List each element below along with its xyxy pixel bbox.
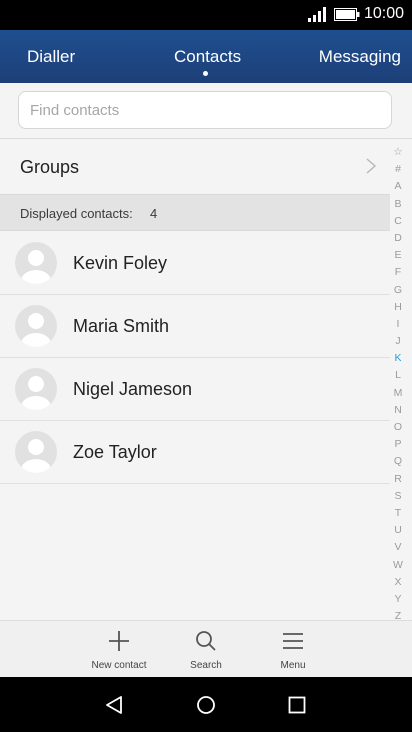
recent-apps-icon[interactable] (288, 696, 306, 714)
alphabet-index-letter[interactable]: V (390, 539, 406, 556)
alphabet-index-letter[interactable]: C (390, 213, 406, 230)
groups-label: Groups (20, 157, 80, 177)
contact-row[interactable]: Zoe Taylor (0, 421, 390, 484)
search-area (0, 83, 412, 139)
alphabet-index-letter[interactable]: T (390, 505, 406, 522)
alphabet-index-letter[interactable]: # (390, 161, 406, 178)
status-bar: 10:00 (0, 0, 412, 30)
alphabet-index-letter[interactable]: Y (390, 591, 406, 608)
menu-icon (283, 633, 303, 649)
navigation-bar (0, 677, 412, 732)
search-label: Search (190, 660, 222, 671)
alphabet-index-letter[interactable]: S (390, 488, 406, 505)
displayed-contacts-label: Displayed contacts: (20, 206, 133, 221)
battery-icon (334, 8, 360, 21)
contact-name: Nigel Jameson (73, 379, 193, 399)
bottom-action-bar: New contact Search Menu (0, 620, 412, 678)
alphabet-index-letter[interactable]: W (390, 557, 406, 574)
contact-row[interactable]: Maria Smith (0, 295, 390, 358)
alphabet-index-letter[interactable]: K (390, 350, 406, 367)
new-contact-button[interactable]: New contact (74, 621, 164, 678)
search-button[interactable]: Search (161, 621, 251, 678)
plus-icon (109, 631, 129, 651)
back-icon[interactable] (104, 695, 124, 715)
status-time: 10:00 (363, 5, 404, 22)
avatar (15, 305, 57, 347)
alphabet-index-letter[interactable]: R (390, 471, 406, 488)
alphabet-index[interactable]: ☆ # A B C D E F G H I J K L M N O P Q R S T U V W X Y Z (390, 144, 406, 625)
avatar (15, 368, 57, 410)
tab-bar: Dialler Contacts Messaging (0, 30, 412, 83)
alphabet-index-letter[interactable]: A (390, 178, 406, 195)
tab-contacts[interactable]: Contacts (174, 47, 241, 67)
alphabet-index-letter[interactable]: X (390, 574, 406, 591)
search-input[interactable] (18, 91, 392, 129)
contact-name: Zoe Taylor (73, 442, 157, 462)
avatar (15, 242, 57, 284)
alphabet-index-letter[interactable]: I (390, 316, 406, 333)
alphabet-index-letter[interactable]: M (390, 385, 406, 402)
avatar (15, 431, 57, 473)
alphabet-index-letter[interactable]: G (390, 282, 406, 299)
menu-label: Menu (280, 660, 306, 671)
alphabet-index-letter[interactable]: J (390, 333, 406, 350)
contact-list: Kevin Foley Maria Smith Nigel Jameson Zo… (0, 232, 390, 484)
alphabet-index-letter[interactable]: N (390, 402, 406, 419)
contact-row[interactable]: Nigel Jameson (0, 358, 390, 421)
alphabet-index-letter[interactable]: Q (390, 453, 406, 470)
alphabet-index-letter[interactable]: L (390, 367, 406, 384)
chevron-right-icon (366, 158, 376, 174)
alphabet-index-letter[interactable]: P (390, 436, 406, 453)
displayed-contacts-count: 4 (150, 206, 158, 221)
displayed-contacts-bar: Displayed contacts: 4 (0, 194, 390, 231)
contact-name: Kevin Foley (73, 253, 168, 273)
alphabet-index-letter[interactable]: F (390, 264, 406, 281)
alphabet-index-letter[interactable]: O (390, 419, 406, 436)
groups-row[interactable]: Groups (0, 139, 390, 194)
alphabet-index-letter[interactable]: H (390, 299, 406, 316)
alphabet-index-letter[interactable]: E (390, 247, 406, 264)
signal-icon (308, 7, 326, 22)
active-tab-indicator (203, 71, 208, 76)
tab-messaging[interactable]: Messaging (319, 47, 401, 67)
alphabet-index-letter[interactable]: B (390, 196, 406, 213)
new-contact-label: New contact (91, 660, 147, 671)
home-icon[interactable] (196, 695, 216, 715)
menu-button[interactable]: Menu (248, 621, 338, 678)
search-icon (196, 631, 216, 651)
alphabet-index-letter[interactable]: ☆ (390, 144, 406, 161)
contact-name: Maria Smith (73, 316, 170, 336)
alphabet-index-letter[interactable]: U (390, 522, 406, 539)
contact-row[interactable]: Kevin Foley (0, 232, 390, 295)
tab-dialler[interactable]: Dialler (27, 47, 75, 67)
alphabet-index-letter[interactable]: D (390, 230, 406, 247)
